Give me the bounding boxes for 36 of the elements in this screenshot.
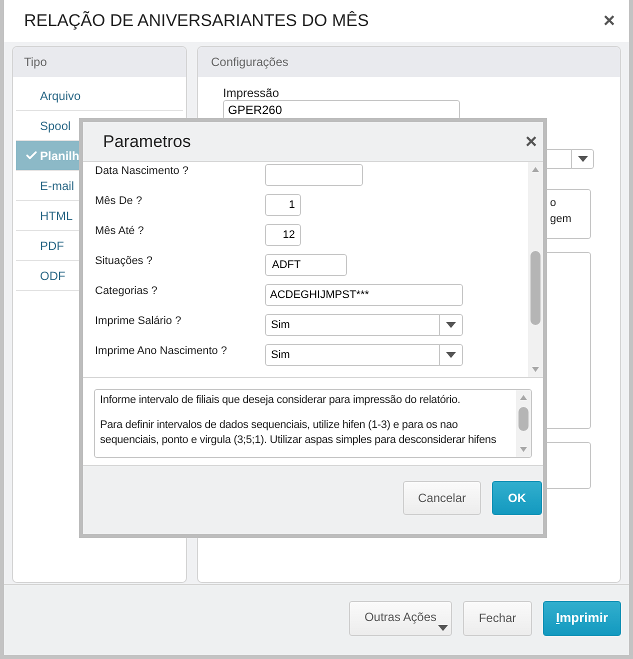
number-field[interactable]: 1 xyxy=(265,194,301,216)
parameter-label: Imprime Salário ? xyxy=(95,314,182,328)
parameter-label: Data Nascimento ? xyxy=(95,164,190,178)
field-label: Impressão xyxy=(223,85,280,101)
type-item[interactable]: Arquivo xyxy=(16,81,183,111)
cancel-button[interactable]: Cancelar xyxy=(403,480,481,514)
select-field[interactable]: Sim xyxy=(265,344,463,366)
help-paragraph: Para definir intervalos de dados sequenciais, utilize hifen (1-3) e para os nao sequenciais, ponto e virgula (3;5;1). Utilizar aspas simples para desconsiderar hifens xyxy=(100,418,498,448)
select-field[interactable]: Sim xyxy=(265,314,463,336)
window-title: RELAÇÃO DE ANIVERSARIANTES DO MÊS xyxy=(24,10,369,32)
caret-icon xyxy=(446,352,456,358)
scrollbar[interactable] xyxy=(516,390,531,457)
parameter-label: Categorias ? xyxy=(95,284,158,298)
number-field[interactable]: 12 xyxy=(265,224,301,246)
option-text: gem xyxy=(550,212,572,227)
date-field[interactable] xyxy=(265,164,363,186)
caret-icon xyxy=(578,156,588,162)
caret-icon xyxy=(446,322,456,328)
option-text: o xyxy=(550,196,558,211)
parameter-label: Imprime Ano Nascimento ? xyxy=(95,344,228,358)
parameter-label: Mês Até ? xyxy=(95,224,145,238)
close-button[interactable]: Fechar xyxy=(463,600,532,636)
panel-title: Tipo xyxy=(24,54,47,71)
scrollbar[interactable] xyxy=(528,162,543,377)
check-icon xyxy=(25,149,38,162)
caret-icon xyxy=(438,624,448,630)
help-paragraph: Informe intervalo de filiais que deseja considerar para impressão do relatório. xyxy=(100,393,462,408)
more-actions-button[interactable]: Outras Ações xyxy=(349,600,452,636)
parameter-label: Mês De ? xyxy=(95,194,144,208)
close-button[interactable]: × xyxy=(525,132,537,152)
parameter-label: Situações ? xyxy=(95,254,154,268)
close-button[interactable]: × xyxy=(603,11,615,31)
input-field[interactable]: ADFT xyxy=(265,254,347,276)
dialog-title: Parametros xyxy=(103,130,191,153)
input-field[interactable]: ACDEGHIJMPST*** xyxy=(265,284,463,306)
panel-title: Configurações xyxy=(211,54,288,71)
